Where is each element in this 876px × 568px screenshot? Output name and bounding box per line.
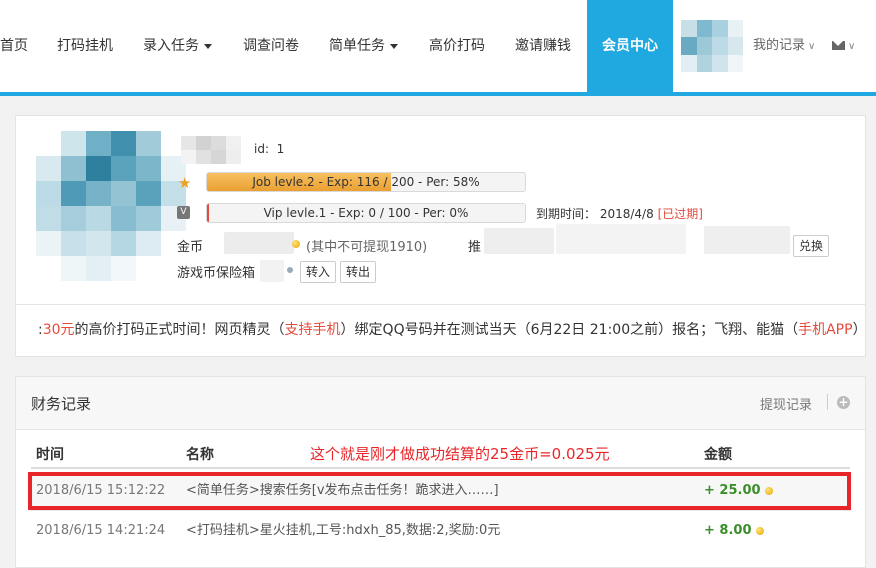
nav-item-member-center[interactable]: 会员中心 bbox=[587, 0, 673, 92]
my-records-menu[interactable]: 我的记录 ∨ bbox=[753, 0, 815, 93]
username-blurred bbox=[181, 136, 241, 164]
nav-accent-bar bbox=[0, 92, 876, 96]
col-header-time: 时间 bbox=[36, 447, 64, 463]
chevron-down-icon: ∨ bbox=[808, 41, 816, 52]
promo-link-blurred bbox=[704, 226, 790, 254]
nav-item-entry-tasks[interactable]: 录入任务 bbox=[143, 0, 212, 92]
safe-coin-icon bbox=[287, 267, 293, 273]
job-star-icon: ★ bbox=[178, 174, 192, 192]
user-id: id: 1 bbox=[254, 142, 285, 156]
annotation-text: 这个就是刚才做成功结算的25金币=0.025元 bbox=[310, 445, 610, 463]
mail-menu[interactable]: ∨ bbox=[832, 0, 855, 93]
notice-text: 的高价打码正式时间！网页精灵（ bbox=[74, 322, 285, 338]
nav-item-simple-tasks[interactable]: 简单任务 bbox=[329, 0, 398, 92]
notice-text: ）绑定QQ号码并在测试当天（6月22日 21:00之前）报名；飞翔、能猫（ bbox=[340, 322, 799, 338]
promo-link-blurred bbox=[556, 224, 686, 254]
deposit-button[interactable]: 转入 bbox=[300, 261, 337, 283]
col-header-name: 名称 bbox=[186, 447, 214, 463]
finance-title: 财务记录 bbox=[31, 395, 92, 413]
caret-down-icon bbox=[390, 43, 398, 49]
withdraw-safe-button[interactable]: 转出 bbox=[340, 261, 377, 283]
vip-expire: 到期时间： 2018/4/8 [已过期] bbox=[536, 207, 703, 221]
table-header-line bbox=[31, 467, 850, 469]
nav-item-home[interactable]: 首页 bbox=[0, 0, 28, 92]
notice-highlight: 30元 bbox=[42, 322, 75, 338]
coin-label: 金币 bbox=[177, 240, 204, 255]
highlight-annotation-box bbox=[28, 472, 851, 510]
job-level-bar: Job levle.2 - Exp: 116 / 200 - Per: 58% bbox=[206, 172, 526, 192]
nav-item-captcha-hangup[interactable]: 打码挂机 bbox=[57, 0, 113, 92]
promo-link-blurred bbox=[484, 228, 554, 254]
promo-label: 推 bbox=[468, 240, 482, 255]
plus-icon[interactable]: + bbox=[837, 396, 850, 409]
notice-highlight: 手机APP bbox=[798, 322, 853, 338]
coin-note: (其中不可提现1910) bbox=[306, 240, 428, 255]
mail-icon bbox=[832, 41, 845, 50]
nav-item-premium-captcha[interactable]: 高价打码 bbox=[429, 0, 485, 92]
notice-highlight: 支持手机 bbox=[284, 322, 341, 338]
expired-badge: [已过期] bbox=[657, 207, 703, 221]
marquee-notice: :30元的高价打码正式时间！网页精灵（支持手机）绑定QQ号码并在测试当天（6月2… bbox=[38, 319, 867, 339]
finance-header: 财务记录 提现记录 + bbox=[16, 377, 865, 430]
finance-panel: 财务记录 提现记录 + 时间 名称 这个就是刚才做成功结算的25金币=0.025… bbox=[15, 376, 866, 568]
table-row[interactable]: 2018/6/15 14:21:24 <打码挂机>星火挂机,工号:hdxh_85… bbox=[31, 513, 850, 549]
chevron-down-icon: ∨ bbox=[848, 41, 856, 52]
panel-divider bbox=[16, 304, 865, 305]
nav-item-survey[interactable]: 调查问卷 bbox=[243, 0, 299, 92]
profile-panel: id: 1 ★ Job levle.2 - Exp: 116 / 200 - P… bbox=[15, 115, 867, 357]
safe-amount-blurred bbox=[260, 260, 284, 282]
safe-label: 游戏币保险箱 bbox=[177, 266, 256, 281]
withdraw-records-link[interactable]: 提现记录 bbox=[760, 394, 812, 413]
header-separator bbox=[827, 394, 828, 410]
coin-amount-blurred bbox=[224, 232, 294, 254]
coin-icon bbox=[756, 526, 765, 535]
vip-icon: V bbox=[177, 206, 190, 219]
coin-icon bbox=[292, 240, 300, 248]
profile-avatar bbox=[36, 131, 186, 281]
col-header-amount: 金额 bbox=[704, 447, 732, 463]
notice-text: ） bbox=[852, 322, 867, 338]
top-nav: 首页 打码挂机 录入任务 调查问卷 简单任务 高价打码 邀请赚钱 会员中心 我的… bbox=[0, 0, 876, 92]
user-avatar[interactable] bbox=[681, 20, 743, 72]
nav-item-invite[interactable]: 邀请赚钱 bbox=[515, 0, 571, 92]
caret-down-icon bbox=[204, 43, 212, 49]
vip-level-bar: Vip levle.1 - Exp: 0 / 100 - Per: 0% bbox=[206, 203, 526, 223]
row-separator bbox=[31, 510, 850, 511]
exchange-button[interactable]: 兑换 bbox=[793, 235, 830, 257]
